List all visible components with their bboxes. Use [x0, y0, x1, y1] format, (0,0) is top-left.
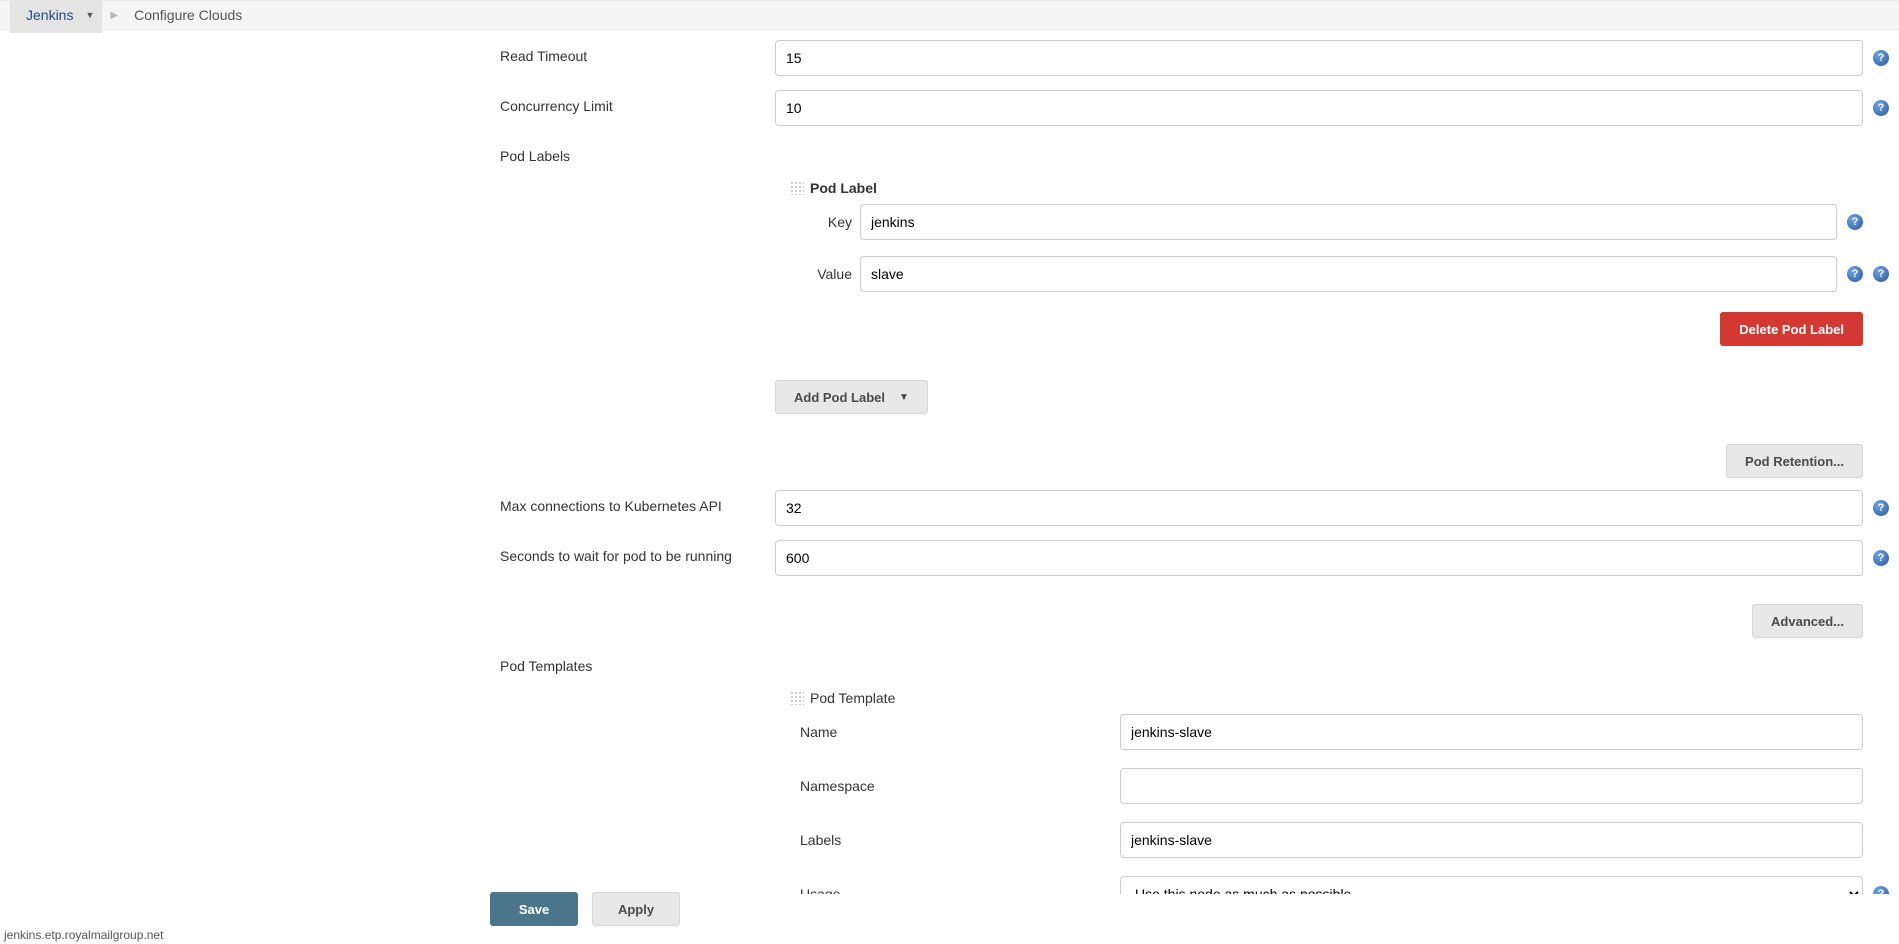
concurrency-limit-input[interactable]: [775, 90, 1863, 126]
advanced-button[interactable]: Advanced...: [1752, 604, 1863, 638]
wait-seconds-input[interactable]: [775, 540, 1863, 576]
label-pod-template-name: Name: [800, 724, 1120, 740]
add-pod-label-button[interactable]: Add Pod Label ▼: [775, 380, 928, 414]
label-pod-template-usage: Usage: [800, 886, 1120, 894]
pod-template-namespace-input[interactable]: [1120, 768, 1863, 804]
pod-template-labels-input[interactable]: [1120, 822, 1863, 858]
pod-label-value-input[interactable]: [860, 256, 1837, 292]
label-pod-label-value: Value: [790, 266, 860, 282]
breadcrumb-root[interactable]: Jenkins ▼: [10, 0, 102, 33]
max-connections-input[interactable]: [775, 490, 1863, 526]
label-pod-templates: Pod Templates: [0, 650, 775, 674]
pod-label-key-input[interactable]: [860, 204, 1837, 240]
pod-retention-button[interactable]: Pod Retention...: [1726, 444, 1863, 478]
help-icon[interactable]: ?: [1873, 550, 1889, 566]
apply-button[interactable]: Apply: [592, 892, 680, 926]
label-pod-labels: Pod Labels: [0, 140, 775, 164]
help-icon[interactable]: ?: [1873, 266, 1889, 282]
label-pod-template-namespace: Namespace: [800, 778, 1120, 794]
breadcrumb: Jenkins ▼ ▶ Configure Clouds: [0, 0, 1899, 30]
pod-label-section-title: Pod Label: [810, 180, 877, 196]
status-bar-url: jenkins.etp.royalmailgroup.net: [0, 926, 167, 944]
breadcrumb-current: Configure Clouds: [126, 2, 250, 28]
label-max-connections: Max connections to Kubernetes API: [0, 490, 775, 514]
drag-handle-icon[interactable]: [790, 181, 804, 195]
pod-template-section-title: Pod Template: [810, 690, 895, 706]
help-icon[interactable]: ?: [1873, 100, 1889, 116]
pod-template-usage-select[interactable]: Use this node as much as possible: [1120, 876, 1863, 894]
label-read-timeout: Read Timeout: [0, 40, 775, 64]
breadcrumb-separator-icon: ▶: [110, 10, 118, 21]
delete-pod-label-button[interactable]: Delete Pod Label: [1720, 312, 1863, 346]
save-button[interactable]: Save: [490, 892, 578, 926]
label-wait-seconds: Seconds to wait for pod to be running: [0, 540, 775, 564]
label-pod-template-labels: Labels: [800, 832, 1120, 848]
help-icon[interactable]: ?: [1847, 266, 1863, 282]
chevron-down-icon[interactable]: ▼: [85, 10, 94, 20]
drag-handle-icon[interactable]: [790, 691, 804, 705]
chevron-down-icon: ▼: [899, 392, 909, 403]
breadcrumb-root-link[interactable]: Jenkins: [18, 2, 81, 28]
label-concurrency-limit: Concurrency Limit: [0, 90, 775, 114]
help-icon[interactable]: ?: [1873, 886, 1889, 894]
form-area: Read Timeout ? Concurrency Limit ? Pod L…: [0, 30, 1899, 894]
label-pod-label-key: Key: [790, 214, 860, 230]
bottom-action-bar: Save Apply: [490, 892, 680, 926]
add-pod-label-button-text: Add Pod Label: [794, 390, 885, 405]
help-icon[interactable]: ?: [1847, 214, 1863, 230]
read-timeout-input[interactable]: [775, 40, 1863, 76]
help-icon[interactable]: ?: [1873, 50, 1889, 66]
pod-template-name-input[interactable]: [1120, 714, 1863, 750]
help-icon[interactable]: ?: [1873, 500, 1889, 516]
